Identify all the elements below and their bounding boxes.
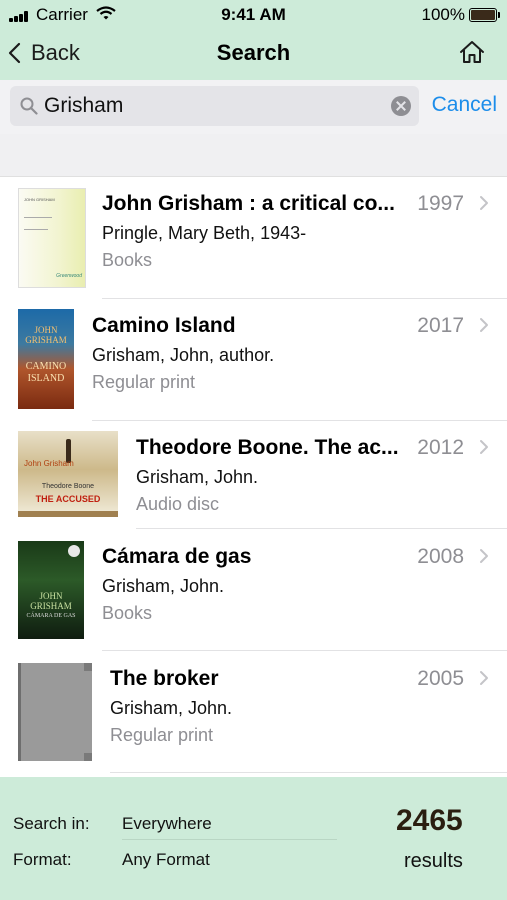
result-format: Books xyxy=(102,250,153,270)
result-title: The broker xyxy=(110,667,219,690)
cover-title: CAMINO ISLAND xyxy=(25,361,67,384)
book-cover: John Grisham Theodore Boone THE ACCUSED xyxy=(18,431,118,517)
search-bar: Cancel xyxy=(0,80,507,134)
chevron-right-icon xyxy=(480,318,488,332)
result-format: Books xyxy=(102,603,153,623)
row-divider xyxy=(110,772,507,773)
search-in-value[interactable]: Everywhere xyxy=(122,814,212,834)
cover-title: CÁMARA DE GAS xyxy=(26,613,76,619)
battery-percentage: 100% xyxy=(421,5,465,24)
status-bar: Carrier 9:41 AM 100% xyxy=(0,0,507,30)
search-summary-footer: Search in: Everywhere Format: Any Format… xyxy=(0,777,507,900)
result-year: 1997 xyxy=(417,192,464,215)
result-year: 2008 xyxy=(417,545,464,568)
result-author: Pringle, Mary Beth, 1943- xyxy=(102,223,307,243)
result-year: 2012 xyxy=(417,436,464,459)
result-author: Grisham, John, author. xyxy=(92,345,275,365)
chevron-right-icon xyxy=(480,196,488,210)
result-year: 2017 xyxy=(417,314,464,337)
book-cover: JOHN GRISHAM CÁMARA DE GAS xyxy=(18,541,84,639)
result-year: 2005 xyxy=(417,667,464,690)
footer-divider xyxy=(122,839,337,840)
result-title: Theodore Boone. The ac... xyxy=(136,436,399,459)
search-input[interactable] xyxy=(44,91,384,121)
cover-series: Theodore Boone xyxy=(41,483,95,490)
result-format: Regular print xyxy=(110,725,214,745)
search-icon xyxy=(20,97,38,115)
format-value[interactable]: Any Format xyxy=(122,850,210,870)
cover-text: JOHN GRISHAM xyxy=(24,197,55,202)
result-title: Camino Island xyxy=(92,314,236,337)
chevron-right-icon xyxy=(480,671,488,685)
result-title: John Grisham : a critical co... xyxy=(102,192,395,215)
cover-author: JOHN GRISHAM xyxy=(25,325,67,345)
section-header xyxy=(0,134,507,177)
result-format: Regular print xyxy=(92,372,196,392)
cover-title: THE ACCUSED xyxy=(35,494,101,504)
list-item[interactable]: The broker Grisham, John. Regular print … xyxy=(0,651,507,773)
result-title: Cámara de gas xyxy=(102,545,252,568)
cancel-button[interactable]: Cancel xyxy=(432,93,497,117)
chevron-right-icon xyxy=(480,549,488,563)
book-cover: JOHN GRISHAM CAMINO ISLAND xyxy=(18,309,74,409)
result-format: Audio disc xyxy=(136,494,220,514)
navigation-bar: Back Search xyxy=(0,30,507,80)
list-item[interactable]: JOHN GRISHAM CAMINO ISLAND Camino Island… xyxy=(0,299,507,421)
header: Carrier 9:41 AM 100% Back Search xyxy=(0,0,507,80)
search-in-label: Search in: xyxy=(13,814,90,833)
battery-icon xyxy=(469,8,500,22)
format-label: Format: xyxy=(13,850,72,869)
result-author: Grisham, John. xyxy=(102,576,225,596)
book-cover-placeholder xyxy=(18,663,92,761)
cover-publisher: Greenwood xyxy=(56,273,82,279)
result-author: Grisham, John. xyxy=(110,698,233,718)
list-item[interactable]: JOHN GRISHAM Greenwood John Grisham : a … xyxy=(0,177,507,299)
cover-author: John Grisham xyxy=(24,459,74,468)
list-item[interactable]: John Grisham Theodore Boone THE ACCUSED … xyxy=(0,421,507,529)
home-icon[interactable] xyxy=(459,40,485,64)
book-cover: JOHN GRISHAM Greenwood xyxy=(18,188,86,288)
result-author: Grisham, John. xyxy=(136,467,259,487)
search-field xyxy=(10,86,419,126)
chevron-right-icon xyxy=(480,440,488,454)
cover-author: JOHN GRISHAM xyxy=(30,591,72,611)
result-count-label: results xyxy=(404,850,463,872)
result-count: 2465 xyxy=(396,804,463,837)
page-title: Search xyxy=(216,40,291,65)
results-list: JOHN GRISHAM Greenwood John Grisham : a … xyxy=(0,177,507,777)
list-item[interactable]: JOHN GRISHAM CÁMARA DE GAS Cámara de gas… xyxy=(0,529,507,651)
clear-search-icon[interactable] xyxy=(391,96,411,116)
